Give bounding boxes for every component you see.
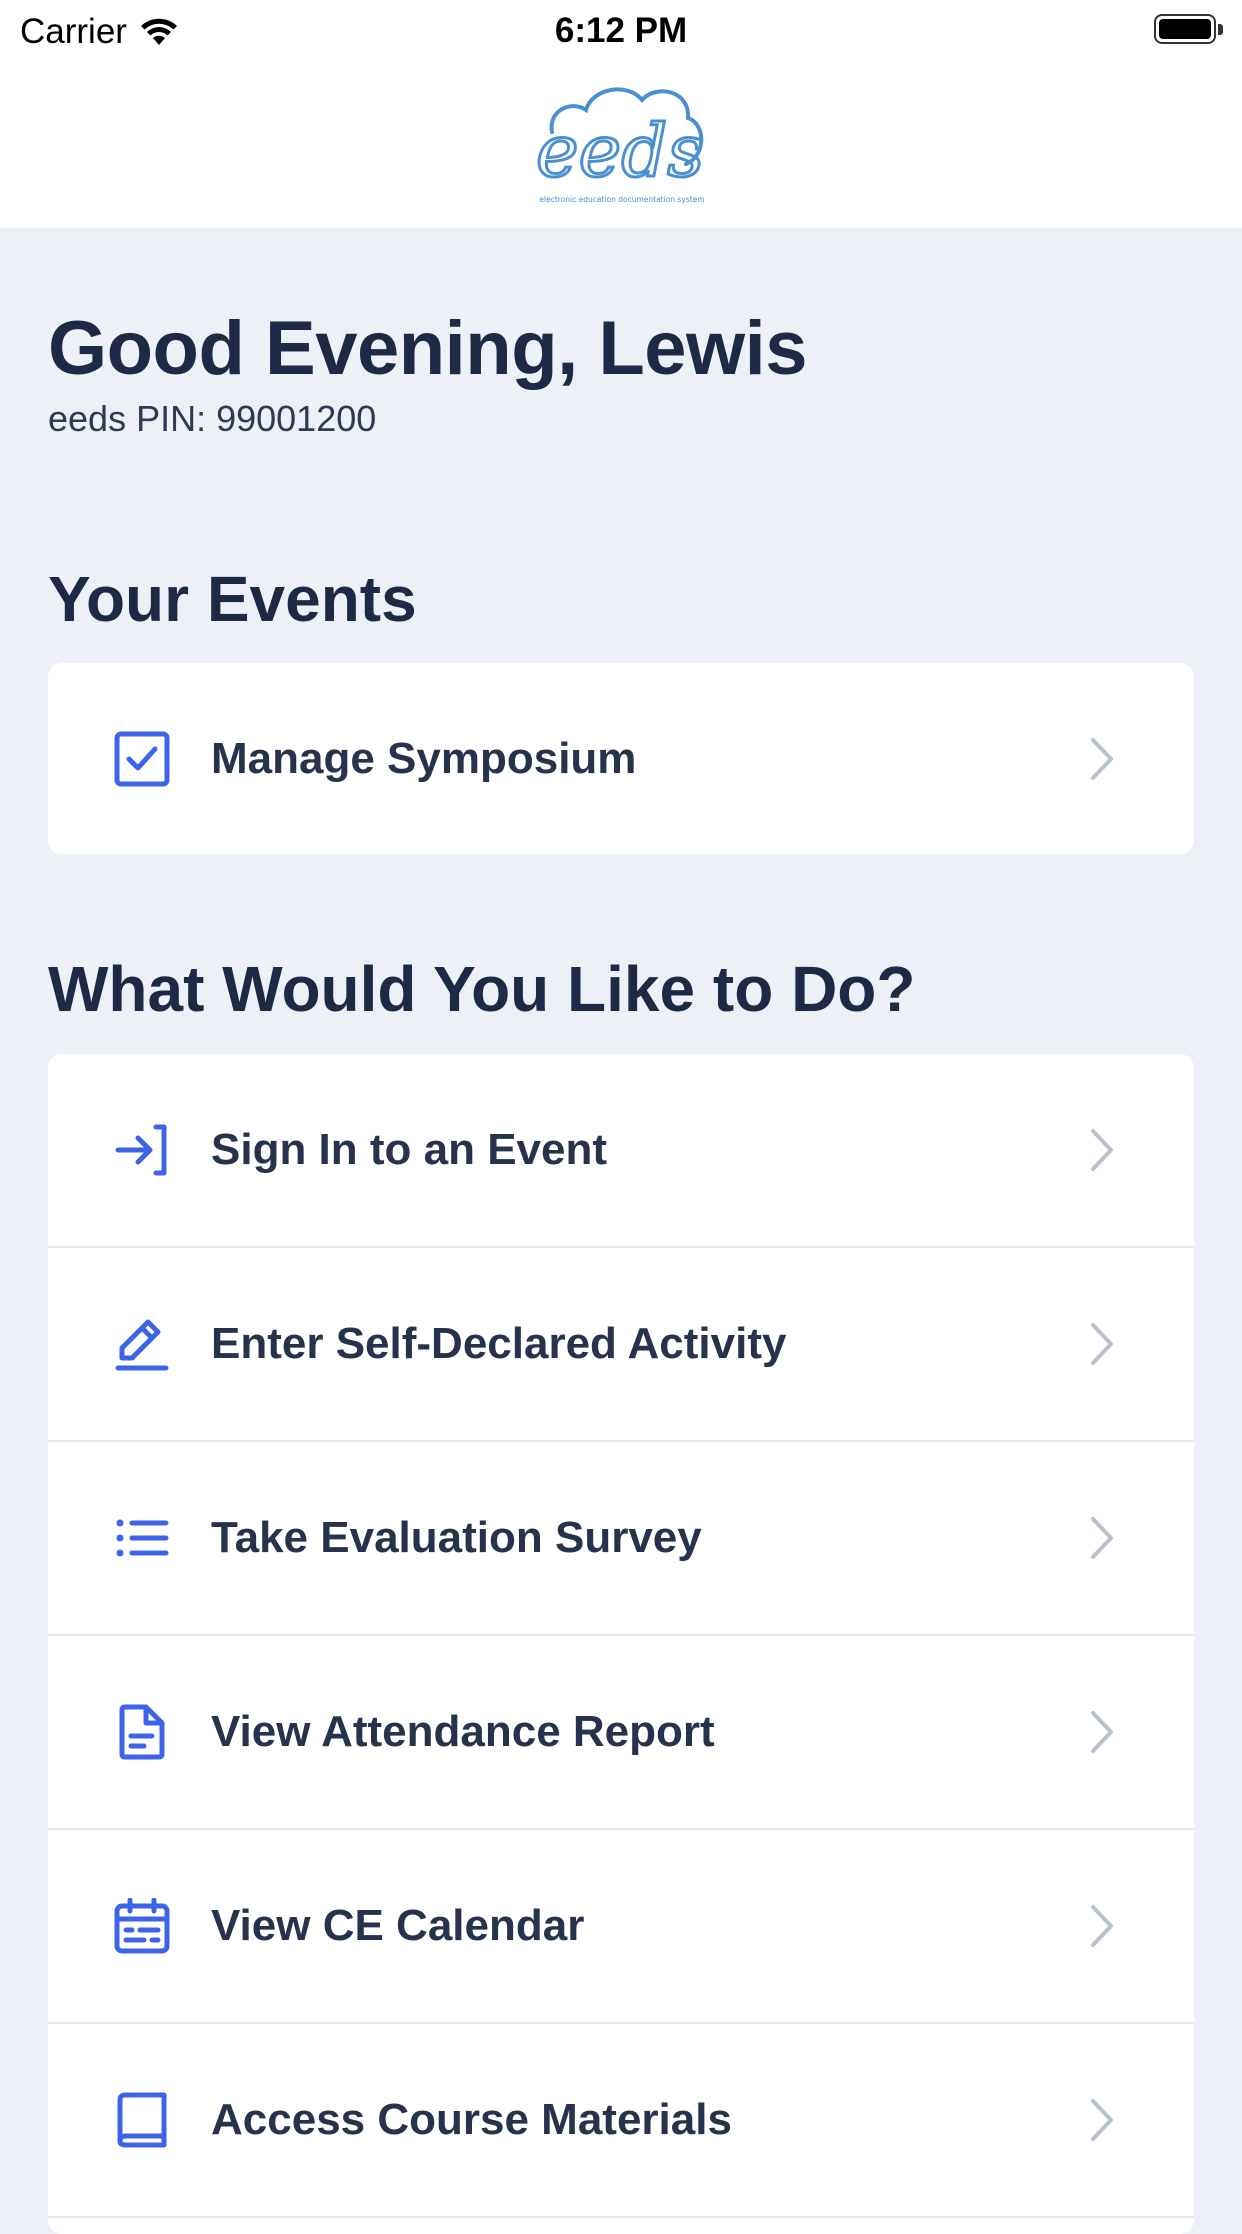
greeting-title: Good Evening, Lewis bbox=[48, 306, 808, 391]
attendance-report-row[interactable]: View Attendance Report bbox=[48, 1636, 1194, 1830]
pencil-icon bbox=[114, 1316, 170, 1372]
header-bar: Carrier 6:12 PM eeds electronic educatio… bbox=[0, 0, 1242, 228]
ce-calendar-row[interactable]: View CE Calendar bbox=[48, 1830, 1194, 2024]
sign-in-event-label: Sign In to an Event bbox=[211, 1125, 608, 1174]
document-icon bbox=[114, 1704, 170, 1760]
logo-tagline: electronic education documentation syste… bbox=[539, 195, 704, 204]
chevron-right-icon bbox=[1091, 737, 1113, 780]
attendance-report-label: View Attendance Report bbox=[211, 1707, 715, 1756]
calendar-icon bbox=[114, 1898, 170, 1954]
ce-calendar-label: View CE Calendar bbox=[211, 1901, 585, 1950]
course-materials-label: Access Course Materials bbox=[211, 2095, 732, 2144]
evaluation-survey-label: Take Evaluation Survey bbox=[211, 1513, 702, 1562]
status-bar: Carrier 6:12 PM bbox=[0, 0, 1242, 62]
actions-card: Sign In to an Event Enter Self-Declared … bbox=[48, 1054, 1194, 2234]
events-card: Manage Symposium bbox=[48, 663, 1194, 854]
eeds-logo: eeds electronic education documentation … bbox=[530, 80, 715, 205]
battery-icon bbox=[1154, 14, 1226, 46]
list-icon bbox=[114, 1510, 170, 1566]
evaluation-survey-row[interactable]: Take Evaluation Survey bbox=[48, 1442, 1194, 1636]
chevron-right-icon bbox=[1091, 1517, 1113, 1559]
actions-title: What Would You Like to Do? bbox=[48, 953, 916, 1025]
sign-in-icon bbox=[114, 1122, 170, 1178]
self-declared-activity-label: Enter Self-Declared Activity bbox=[211, 1319, 787, 1368]
chevron-right-icon bbox=[1091, 2099, 1113, 2141]
chevron-right-icon bbox=[1091, 1905, 1113, 1947]
checkbox-icon bbox=[114, 731, 170, 787]
manage-symposium-row[interactable]: Manage Symposium bbox=[48, 663, 1194, 854]
eeds-pin: eeds PIN: 99001200 bbox=[48, 398, 377, 439]
chevron-right-icon bbox=[1091, 1711, 1113, 1753]
course-materials-row[interactable]: Access Course Materials bbox=[48, 2024, 1194, 2218]
sign-in-event-row[interactable]: Sign In to an Event bbox=[48, 1054, 1194, 1248]
chevron-right-icon bbox=[1091, 1323, 1113, 1365]
logo-wordmark: eeds bbox=[536, 109, 704, 193]
manage-symposium-label: Manage Symposium bbox=[211, 733, 637, 783]
book-icon bbox=[114, 2092, 170, 2148]
your-events-title: Your Events bbox=[48, 563, 417, 635]
chevron-right-icon bbox=[1091, 1129, 1113, 1171]
status-time: 6:12 PM bbox=[554, 11, 688, 50]
self-declared-activity-row[interactable]: Enter Self-Declared Activity bbox=[48, 1248, 1194, 1442]
